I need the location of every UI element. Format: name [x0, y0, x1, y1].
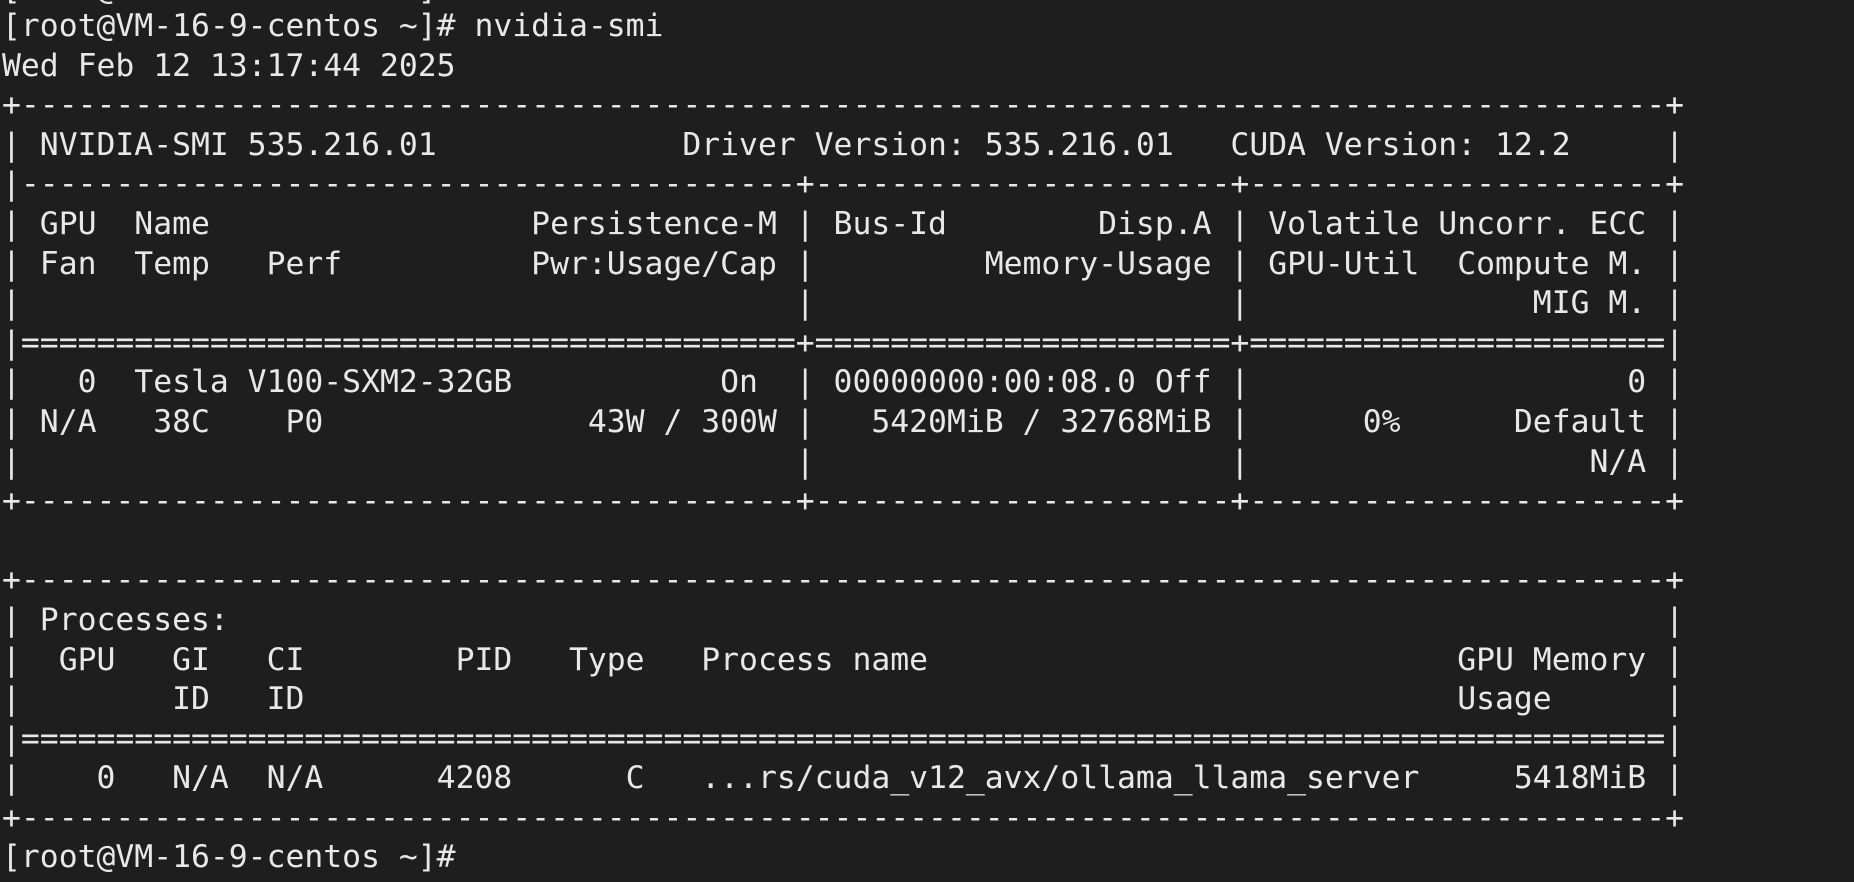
gpu-data-row-1: | 0 Tesla V100-SXM2-32GB On | 00000000:0… — [2, 364, 1684, 401]
gpu-data-row-2: | N/A 38C P0 43W / 300W | 5420MiB / 3276… — [2, 403, 1684, 440]
processes-title-row: | Processes: | — [2, 601, 1684, 638]
gpu-data-row-3: | | | N/A | — [2, 443, 1684, 480]
table-border-top: +---------------------------------------… — [2, 87, 1684, 124]
gpu-header-row-1: | GPU Name Persistence-M | Bus-Id Disp.A… — [2, 205, 1684, 242]
gpu-header-row-3: | | | MIG M. | — [2, 285, 1684, 322]
process-table-border-top: +---------------------------------------… — [2, 562, 1684, 599]
process-table-double-separator: |=======================================… — [2, 720, 1684, 757]
process-table-border-bottom: +---------------------------------------… — [2, 799, 1684, 836]
gpu-header-row-2: | Fan Temp Perf Pwr:Usage/Cap | Memory-U… — [2, 245, 1684, 282]
timestamp-line: Wed Feb 12 13:17:44 2025 — [2, 47, 456, 84]
process-data-row: | 0 N/A N/A 4208 C ...rs/cuda_v12_avx/ol… — [2, 760, 1684, 797]
terminal-window[interactable]: [root@VM-16-9-centos ~]# [root@VM-16-9-c… — [0, 0, 1854, 882]
table-double-separator: |=======================================… — [2, 324, 1684, 361]
final-prompt-line[interactable]: [root@VM-16-9-centos ~]# — [2, 838, 1684, 878]
final-prompt: [root@VM-16-9-centos ~]# — [2, 839, 456, 876]
table-separator: |---------------------------------------… — [2, 166, 1684, 203]
command-prompt-line: [root@VM-16-9-centos ~]# nvidia-smi — [2, 8, 664, 44]
process-header-row-2: | ID ID Usage | — [2, 681, 1684, 718]
version-header-row: | NVIDIA-SMI 535.216.01 Driver Version: … — [2, 126, 1684, 163]
terminal-output: [root@VM-16-9-centos ~]# nvidia-smi Wed … — [2, 7, 1684, 878]
table-border-bottom: +---------------------------------------… — [2, 483, 1684, 520]
process-header-row-1: | GPU GI CI PID Type Process name GPU Me… — [2, 641, 1684, 678]
